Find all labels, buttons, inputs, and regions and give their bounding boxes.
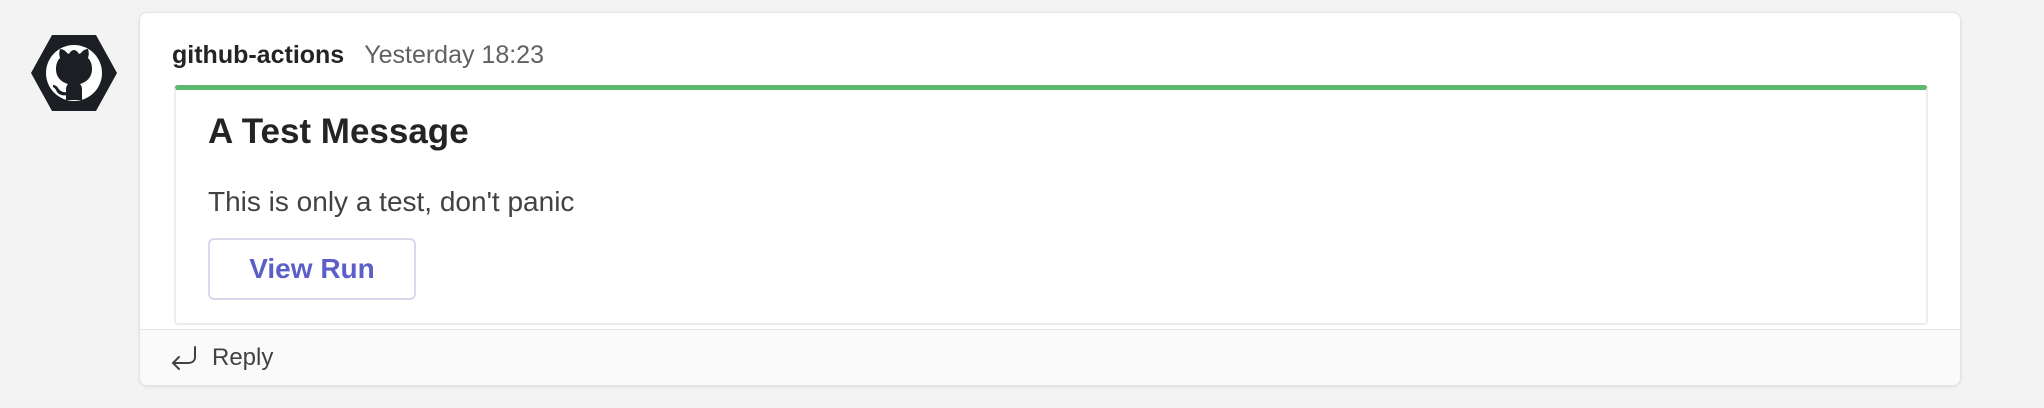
message-timestamp: Yesterday 18:23 — [364, 40, 544, 69]
reply-button[interactable]: Reply — [140, 329, 1960, 385]
reply-arrow-icon — [168, 345, 198, 371]
github-octocat-icon — [31, 35, 117, 111]
adaptive-card: A Test Message This is only a test, don'… — [174, 85, 1928, 325]
sender-name[interactable]: github-actions — [172, 41, 344, 70]
message-header: github-actions Yesterday 18:23 — [172, 39, 544, 71]
reply-label: Reply — [212, 343, 274, 371]
card-body-text: This is only a test, don't panic — [208, 186, 575, 217]
avatar[interactable] — [30, 34, 118, 112]
message-card: github-actions Yesterday 18:23 A Test Me… — [139, 12, 1961, 386]
view-run-button[interactable]: View Run — [208, 238, 416, 300]
card-title: A Test Message — [208, 112, 469, 151]
